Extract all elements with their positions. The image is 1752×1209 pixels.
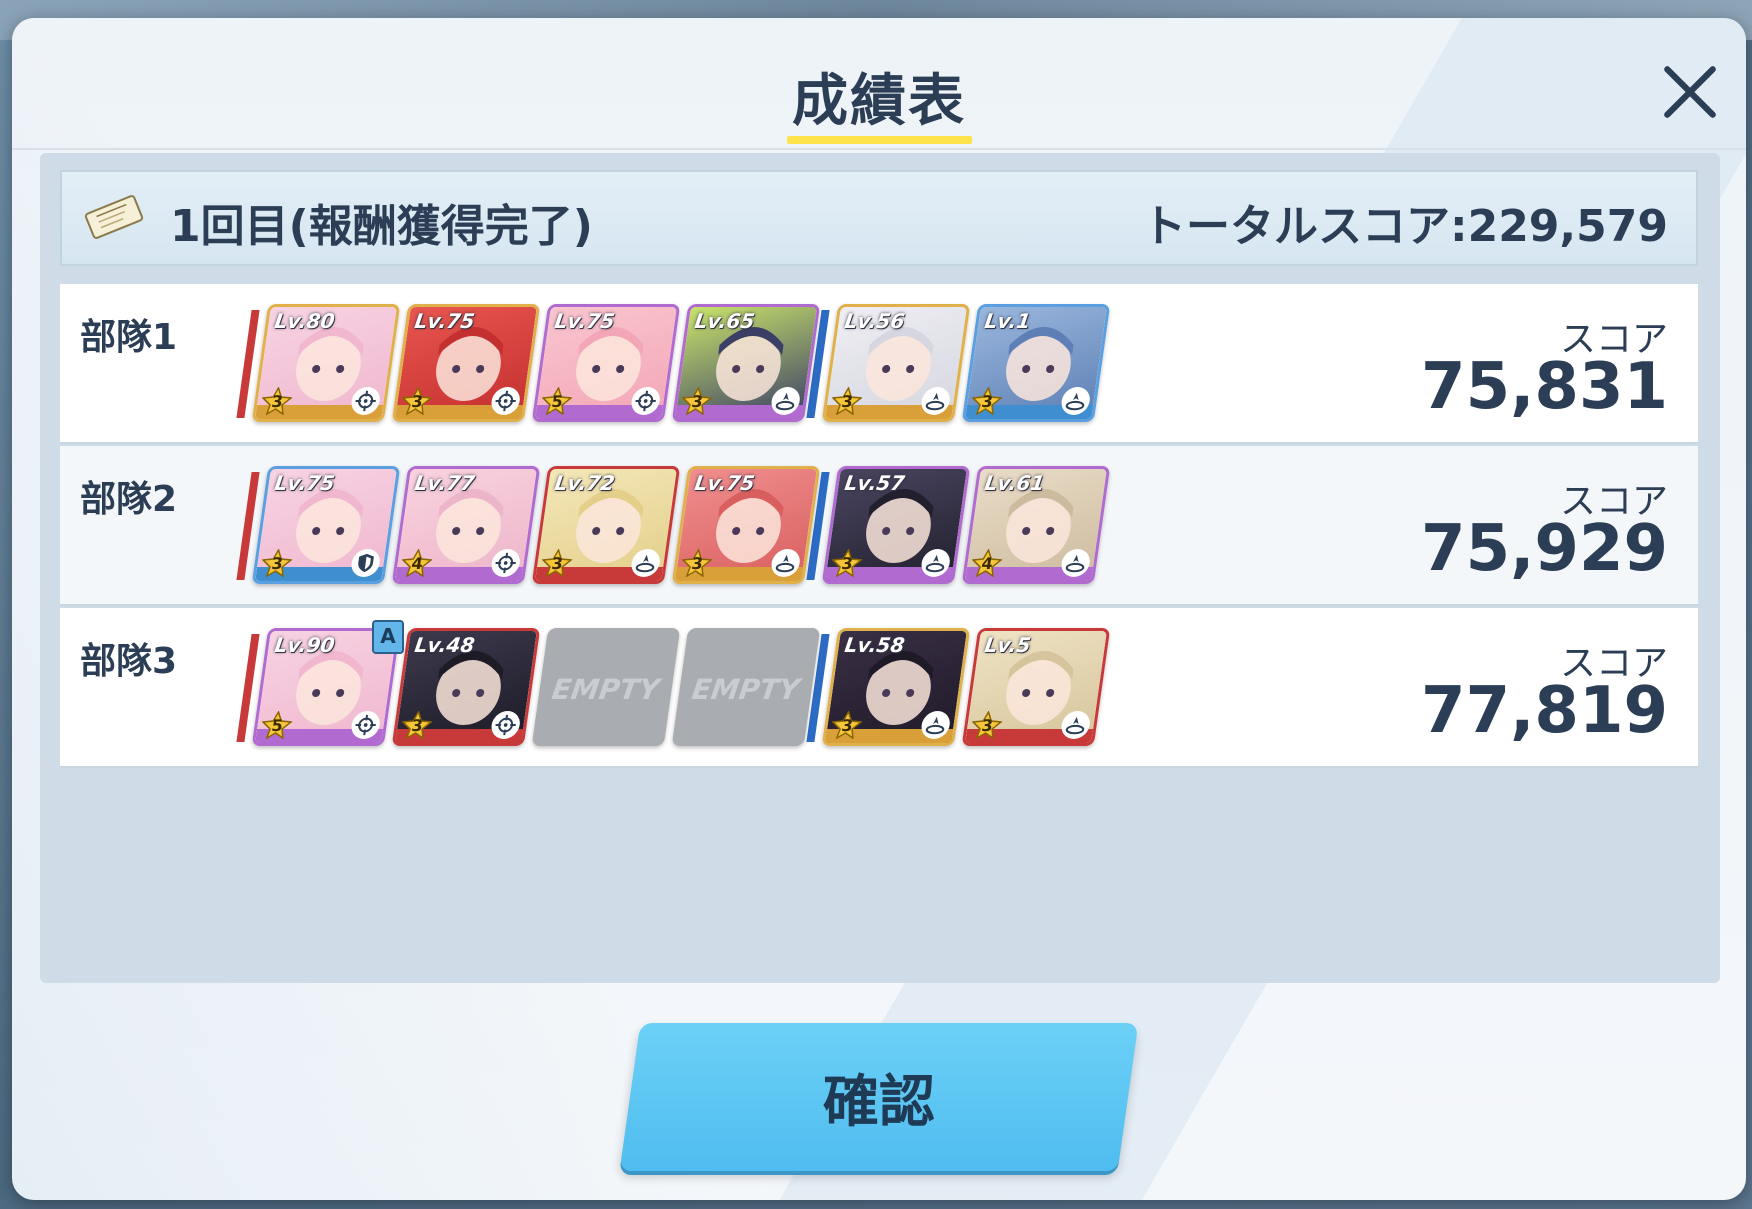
level-label: Lv.90 [273,633,337,657]
student-card[interactable]: Lv.75 5 [531,304,681,422]
score-value: 77,819 [1421,674,1668,748]
squad-label: 部隊3 [80,641,178,682]
level-label: Lv.65 [693,309,757,333]
level-label: Lv.75 [413,309,477,333]
empty-slot[interactable]: EMPTY [671,628,821,746]
student-card[interactable]: Lv.75 3 [671,466,821,584]
student-card[interactable]: Lv.57 3 [821,466,971,584]
student-card[interactable]: Lv.5 3 [961,628,1111,746]
header-divider [12,148,1746,150]
empty-slot[interactable]: EMPTY [531,628,681,746]
dialog-title: 成績表 [792,69,966,134]
student-card[interactable]: Lv.75 3 [391,304,541,422]
level-label: Lv.56 [843,309,907,333]
squad-label: 部隊1 [80,317,178,358]
level-label: Lv.57 [843,471,907,495]
attempt-label: 1回目(報酬獲得完了) [170,201,593,252]
close-icon [1664,66,1716,118]
level-label: Lv.61 [983,471,1047,495]
level-label: Lv.75 [553,309,617,333]
student-card[interactable]: Lv.1 3 [961,304,1111,422]
student-card[interactable]: Lv.48 3 [391,628,541,746]
total-score: トータルスコア:229,579 [1141,201,1668,252]
confirm-button[interactable]: 確認 [619,1023,1139,1171]
level-label: Lv.77 [413,471,477,495]
confirm-label: 確認 [823,1069,935,1135]
student-card[interactable]: Lv.72 3 [531,466,681,584]
student-card[interactable]: Lv.77 4 [391,466,541,584]
attempt-header: 1回目(報酬獲得完了) トータルスコア:229,579 [60,170,1698,266]
score-table-dialog: 成績表 1回目(報酬獲得完了) トータルスコア:229,579 部隊1 Lv.80… [12,18,1746,1200]
squad-label: 部隊2 [80,479,178,520]
close-button[interactable] [1640,42,1740,142]
student-card[interactable]: Lv.80 3 [251,304,401,422]
level-label: Lv.80 [273,309,337,333]
squad-row-2: 部隊2 Lv.75 3 Lv.77 4 Lv.72 3 Lv.75 3 Lv.57 3 Lv.61 4 ス… [60,446,1698,606]
score-value: 75,929 [1421,512,1668,586]
level-label: Lv.75 [273,471,337,495]
squad-row-1: 部隊1 Lv.80 3 Lv.75 3 Lv.75 5 Lv.65 3 Lv.56 3 Lv.1 3 スコ… [60,284,1698,444]
score-value: 75,831 [1421,350,1668,424]
level-label: Lv.75 [693,471,757,495]
empty-label: EMPTY [689,673,802,706]
student-card[interactable]: Lv.75 3 [251,466,401,584]
level-label: Lv.48 [413,633,477,657]
squad-row-3: 部隊3 Lv.90 5 Lv.48 3 EMPTY EMPTY Lv.58 3 Lv.5 3 A スコア… [60,608,1698,768]
student-card[interactable]: Lv.58 3 [821,628,971,746]
title-underline [787,136,972,144]
student-card[interactable]: Lv.65 3 [671,304,821,422]
level-label: Lv.72 [553,471,617,495]
student-card[interactable]: Lv.61 4 [961,466,1111,584]
assist-badge: A [372,620,404,654]
level-label: Lv.5 [983,633,1033,657]
level-label: Lv.1 [983,309,1033,333]
empty-label: EMPTY [549,673,662,706]
level-label: Lv.58 [843,633,907,657]
student-card[interactable]: Lv.56 3 [821,304,971,422]
ticket-icon [84,195,144,239]
